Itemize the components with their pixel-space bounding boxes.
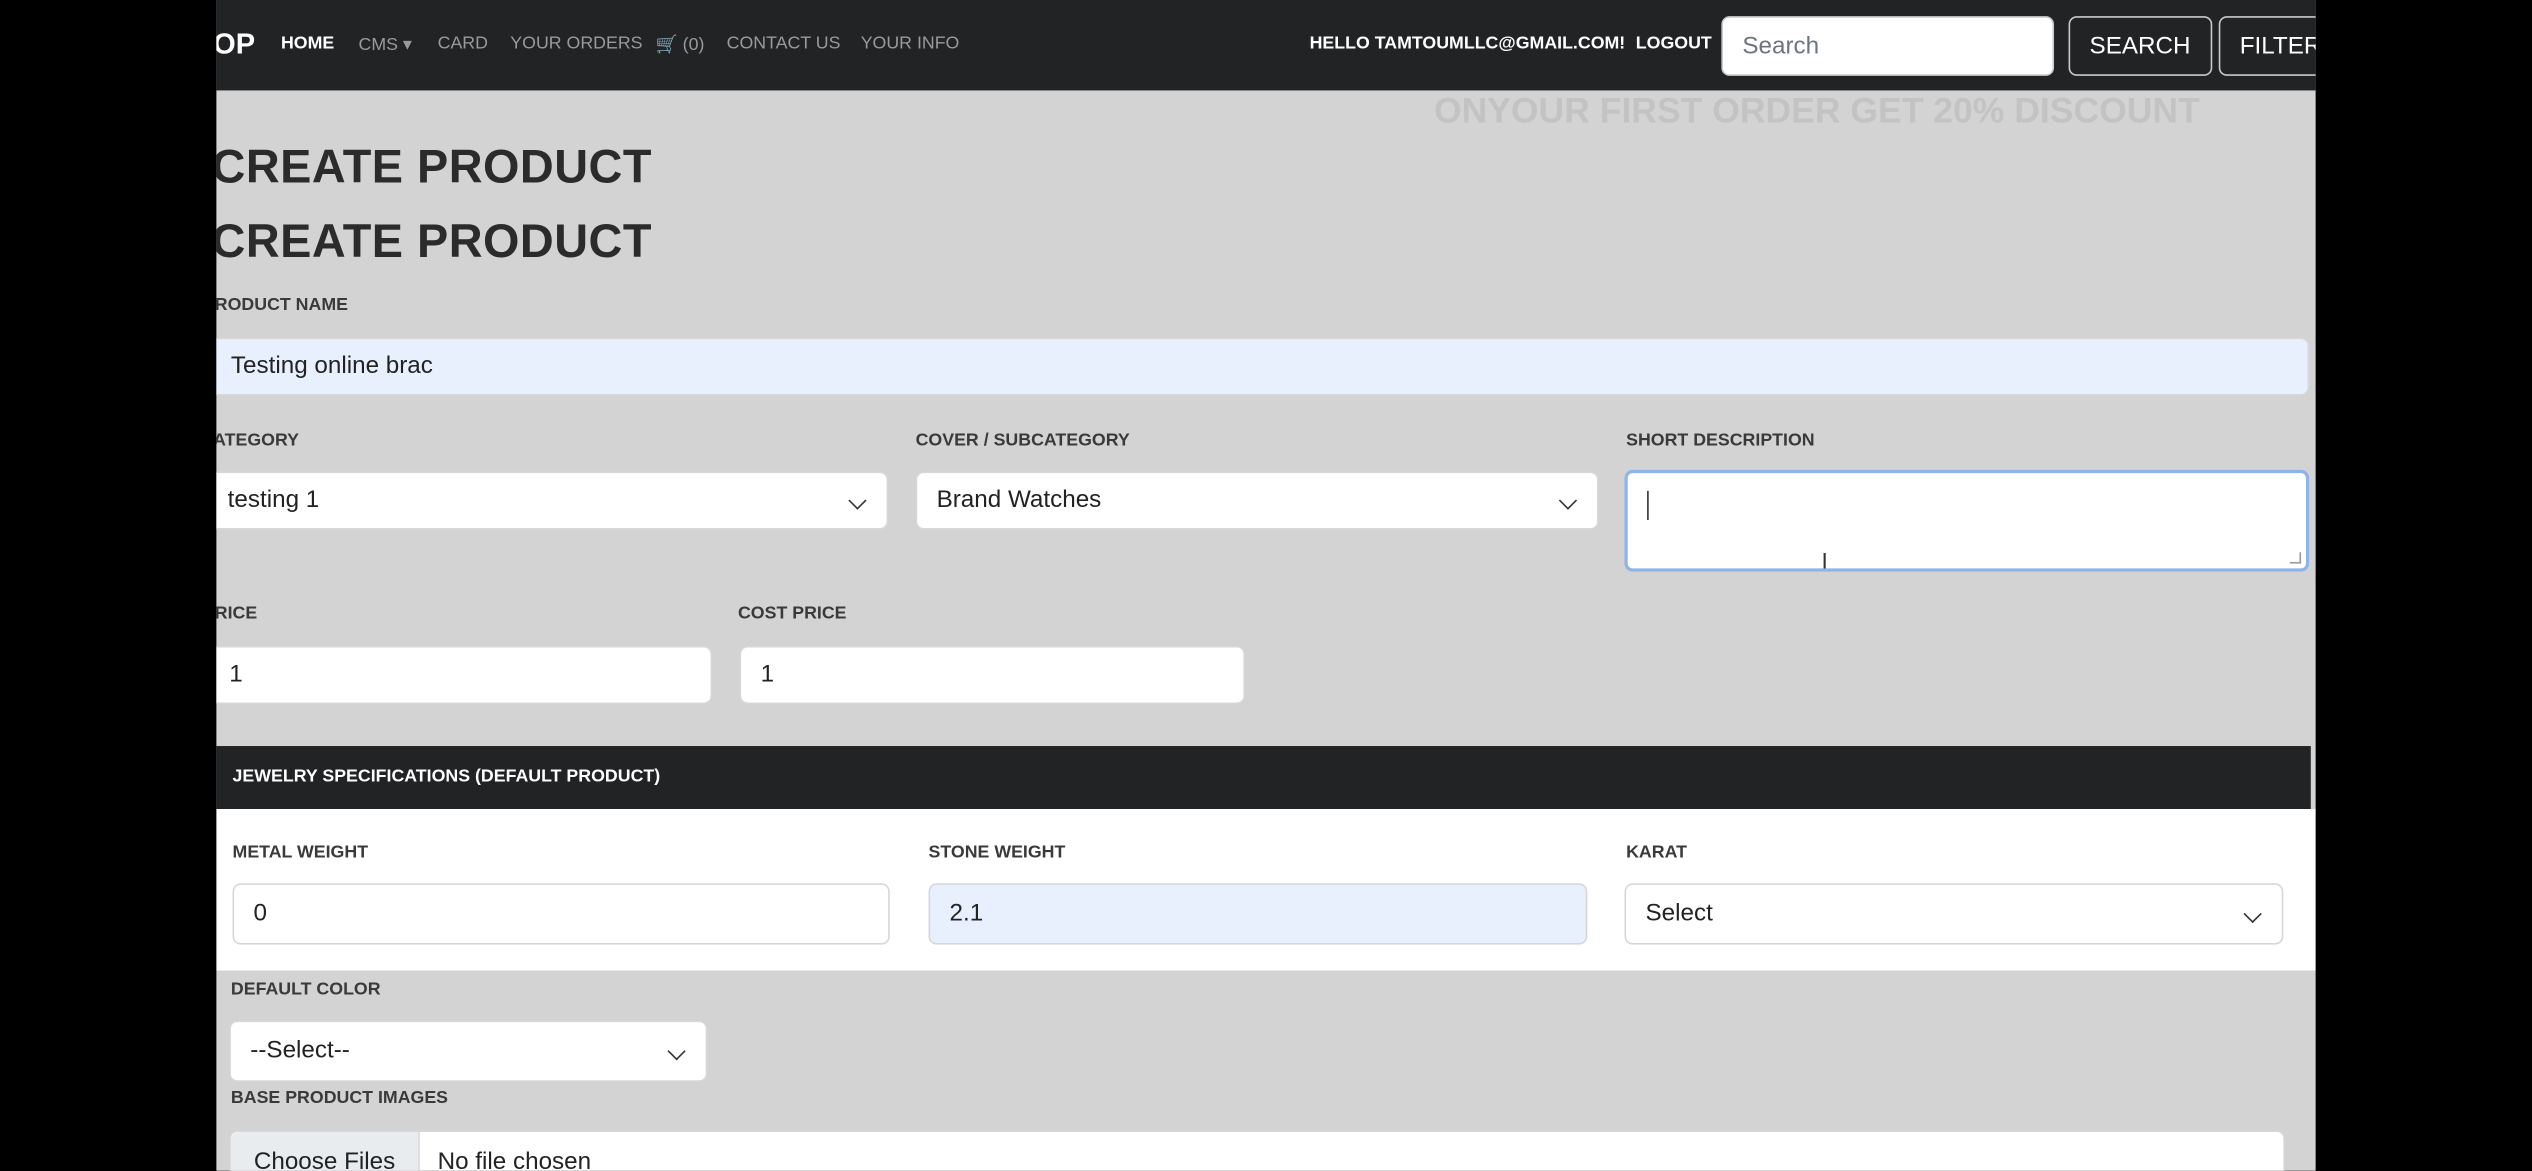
choose-files-button[interactable]: Choose Files — [230, 1131, 420, 1171]
metal-weight-label: METAL WEIGHT — [232, 842, 369, 863]
default-color-label: DEFAULT COLOR — [230, 980, 381, 1000]
nav-your-info[interactable]: YOUR INFO — [861, 34, 960, 53]
nav-cms-dropdown[interactable]: CMS ▾ — [358, 34, 411, 55]
cost-price-label: COST PRICE — [737, 603, 847, 624]
subcategory-label: COVER / SUBCATEGORY — [915, 431, 1130, 451]
base-images-label: BASE PRODUCT IMAGES — [230, 1088, 449, 1108]
jewelry-specs-panel: METAL WEIGHT 0 STONE WEIGHT 2.1 KARAT Se… — [216, 809, 2316, 971]
nav-your-orders[interactable]: YOUR ORDERS — [510, 34, 642, 53]
ibeam-cursor-icon: I — [1821, 547, 1828, 574]
jewelry-specs-title: JEWELRY SPECIFICATIONS (DEFAULT PRODUCT) — [232, 767, 661, 787]
search-button[interactable]: SEARCH — [2068, 16, 2212, 76]
logout-link[interactable]: LOGOUT — [1636, 34, 1712, 53]
page-title: CREATE PRODUCT — [216, 142, 652, 194]
subcategory-select[interactable]: Brand Watches — [915, 471, 1599, 530]
short-description-label: SHORT DESCRIPTION — [1626, 431, 1815, 451]
jewelry-specs-header: JEWELRY SPECIFICATIONS (DEFAULT PRODUCT) — [216, 746, 2311, 810]
search-input[interactable] — [1721, 16, 2055, 76]
navbar: OP HOME CMS ▾ CARD YOUR ORDERS 🛒 (0) CON… — [216, 0, 2316, 91]
subcategory-select-value: Brand Watches — [936, 486, 1102, 514]
chevron-down-icon — [667, 1042, 686, 1061]
nav-home[interactable]: HOME — [281, 34, 334, 53]
chevron-down-icon — [1558, 491, 1578, 510]
karat-select-value: Select — [1645, 899, 1713, 927]
nav-contact-us[interactable]: CONTACT US — [727, 34, 841, 53]
stone-weight-input[interactable]: 2.1 — [928, 883, 1588, 945]
karat-label: KARAT — [1626, 842, 1687, 863]
price-label: RICE — [216, 603, 258, 624]
nav-cart[interactable]: 🛒 (0) — [656, 34, 705, 55]
brand-logo[interactable]: OP — [216, 27, 255, 61]
browser-viewport: OP HOME CMS ▾ CARD YOUR ORDERS 🛒 (0) CON… — [216, 0, 2316, 1171]
category-select-value: testing 1 — [227, 486, 320, 514]
filter-button[interactable]: FILTER — [2218, 16, 2316, 76]
category-label: ATEGORY — [216, 431, 300, 451]
chevron-down-icon — [848, 491, 867, 510]
product-name-label: RODUCT NAME — [216, 295, 348, 315]
karat-select[interactable]: Select — [1624, 883, 2284, 945]
page-subtitle: CREATE PRODUCT — [216, 216, 652, 269]
price-input[interactable]: 1 — [216, 645, 713, 705]
cost-price-input[interactable]: 1 — [739, 645, 1246, 705]
default-color-select[interactable]: --Select-- — [229, 1020, 708, 1082]
promo-banner: ONYOUR FIRST ORDER GET 20% DISCOUNT — [1433, 90, 2200, 131]
no-file-chosen-text: No file chosen — [437, 1148, 592, 1171]
stone-weight-label: STONE WEIGHT — [928, 842, 1066, 863]
nav-card[interactable]: CARD — [438, 34, 488, 53]
category-select[interactable]: testing 1 — [216, 471, 889, 530]
default-color-select-value: --Select-- — [250, 1036, 350, 1065]
short-description-textarea[interactable] — [1624, 469, 2310, 572]
greeting-text: HELLO TAMTOUMLLC@GMAIL.COM! — [1309, 33, 1626, 54]
product-name-input[interactable]: Testing online brac — [216, 337, 2310, 396]
chevron-down-icon — [2243, 904, 2262, 924]
base-images-file-input[interactable]: Choose Files No file chosen — [229, 1130, 2285, 1171]
resize-handle-icon[interactable] — [2289, 552, 2302, 564]
metal-weight-input[interactable]: 0 — [232, 883, 890, 945]
text-cursor — [1647, 490, 1649, 520]
